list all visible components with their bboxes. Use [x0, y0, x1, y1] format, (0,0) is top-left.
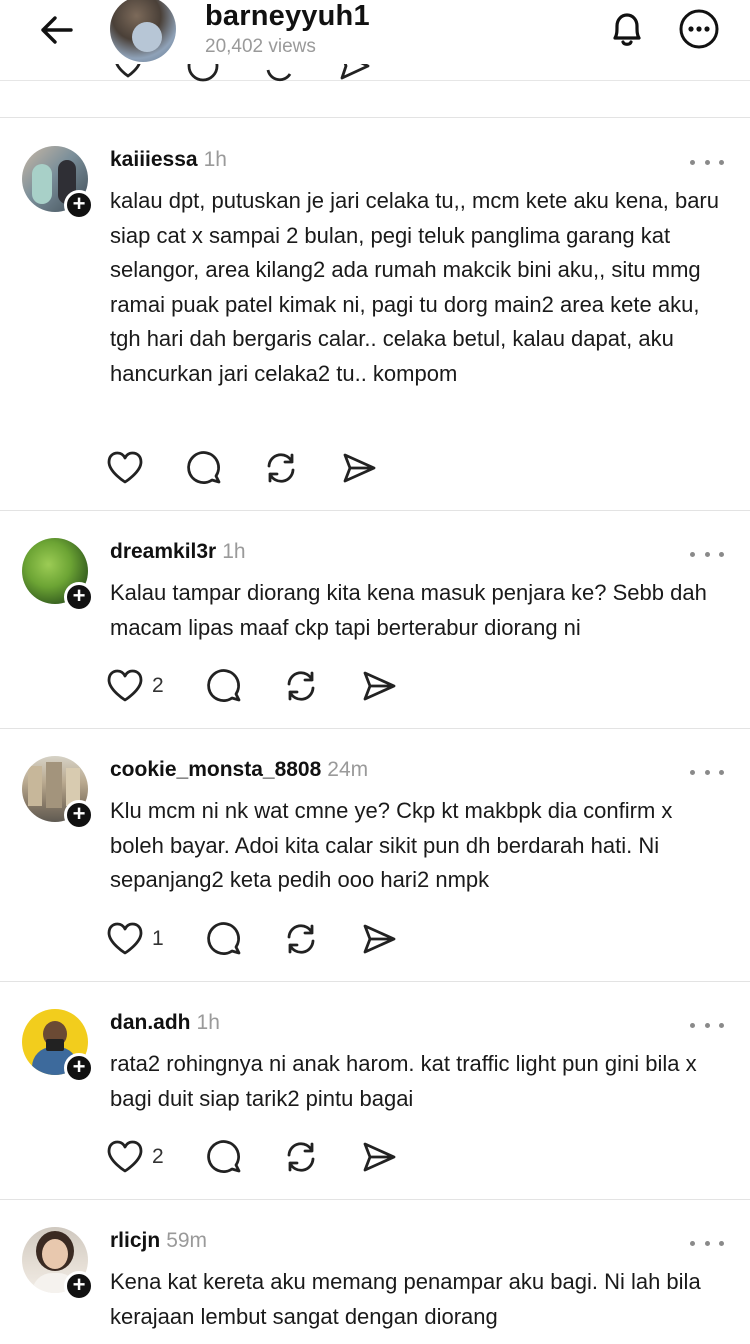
repost-button[interactable]: [282, 1137, 320, 1177]
follow-plus-icon[interactable]: +: [64, 190, 94, 220]
repost-button[interactable]: [282, 919, 320, 959]
top-bar: barneyyuh1 20,402 views: [0, 0, 750, 84]
post-more-icon[interactable]: [690, 1015, 724, 1035]
share-button[interactable]: [360, 919, 398, 959]
arrow-left-icon: [41, 16, 73, 44]
previous-actions-partial: [110, 64, 390, 84]
post-text: Kalau tampar diorang kita kena masuk pen…: [110, 580, 707, 640]
post-username[interactable]: cookie_monsta_8808 24m: [110, 758, 368, 782]
repost-icon: [287, 1142, 315, 1172]
more-circle-icon: [679, 9, 719, 49]
post-text: rata2 rohingnya ni anak harom. kat traff…: [110, 1051, 697, 1111]
comment-icon: [207, 1140, 241, 1173]
post-actions: 1: [106, 919, 426, 959]
post-actions: [106, 448, 426, 488]
post-text: kalau dpt, putuskan je jari celaka tu,, …: [110, 188, 719, 386]
post-actions: 2: [106, 666, 426, 706]
repost-icon: [287, 671, 315, 701]
profile-avatar[interactable]: [110, 0, 176, 62]
like-count: 2: [152, 1145, 164, 1168]
follow-plus-icon[interactable]: +: [64, 582, 94, 612]
send-icon: [363, 924, 396, 954]
post-more-icon[interactable]: [690, 1233, 724, 1253]
heart-icon: [107, 451, 143, 484]
repost-button[interactable]: [282, 666, 320, 706]
like-count: 2: [152, 674, 164, 697]
repost-icon: [287, 924, 315, 954]
like-button[interactable]: 2: [106, 666, 164, 706]
heart-icon: [107, 1140, 143, 1173]
reply-button[interactable]: [206, 666, 244, 706]
post-time: 1h: [196, 1011, 220, 1034]
post-more-icon[interactable]: [690, 762, 724, 782]
heart-icon: [107, 669, 143, 702]
post-more-icon[interactable]: [690, 544, 724, 564]
share-button[interactable]: [360, 1137, 398, 1177]
post-username[interactable]: rlicjn 59m: [110, 1229, 207, 1253]
back-button[interactable]: [34, 10, 78, 50]
like-count: 1: [152, 927, 164, 950]
post-time: 24m: [327, 758, 369, 781]
send-icon: [363, 671, 396, 701]
follow-plus-icon[interactable]: +: [64, 1271, 94, 1301]
post-username[interactable]: dreamkil3r 1h: [110, 540, 246, 564]
post-time: 59m: [166, 1229, 208, 1252]
comment-icon: [187, 451, 221, 484]
like-button[interactable]: 2: [106, 1137, 164, 1177]
more-options-button[interactable]: [676, 8, 722, 50]
view-count: 20,402 views: [205, 36, 316, 57]
profile-username[interactable]: barneyyuh1: [205, 0, 370, 33]
notification-button[interactable]: [604, 8, 650, 50]
post-text: Kena kat kereta aku memang penampar aku …: [110, 1269, 701, 1329]
post-time: 1h: [203, 148, 227, 171]
post-time: 1h: [222, 540, 246, 563]
repost-icon: [267, 453, 295, 483]
post-username[interactable]: dan.adh 1h: [110, 1011, 220, 1035]
send-icon: [363, 1142, 396, 1172]
heart-icon: [107, 922, 143, 955]
like-button[interactable]: [106, 448, 152, 488]
comment-icon: [207, 922, 241, 955]
reply-button[interactable]: [206, 1137, 244, 1177]
bell-icon: [613, 13, 641, 46]
post-actions: 2: [106, 1137, 426, 1177]
post-text: Klu mcm ni nk wat cmne ye? Ckp kt makbpk…: [110, 798, 673, 892]
repost-button[interactable]: [262, 448, 300, 488]
post-more-icon[interactable]: [690, 152, 724, 172]
share-button[interactable]: [340, 448, 378, 488]
comment-icon: [207, 669, 241, 702]
reply-button[interactable]: [186, 448, 224, 488]
follow-plus-icon[interactable]: +: [64, 1053, 94, 1083]
reply-button[interactable]: [206, 919, 244, 959]
send-icon: [343, 453, 376, 483]
like-button[interactable]: 1: [106, 919, 164, 959]
post-username[interactable]: kaiiiessa 1h: [110, 148, 227, 172]
share-button[interactable]: [360, 666, 398, 706]
follow-plus-icon[interactable]: +: [64, 800, 94, 830]
